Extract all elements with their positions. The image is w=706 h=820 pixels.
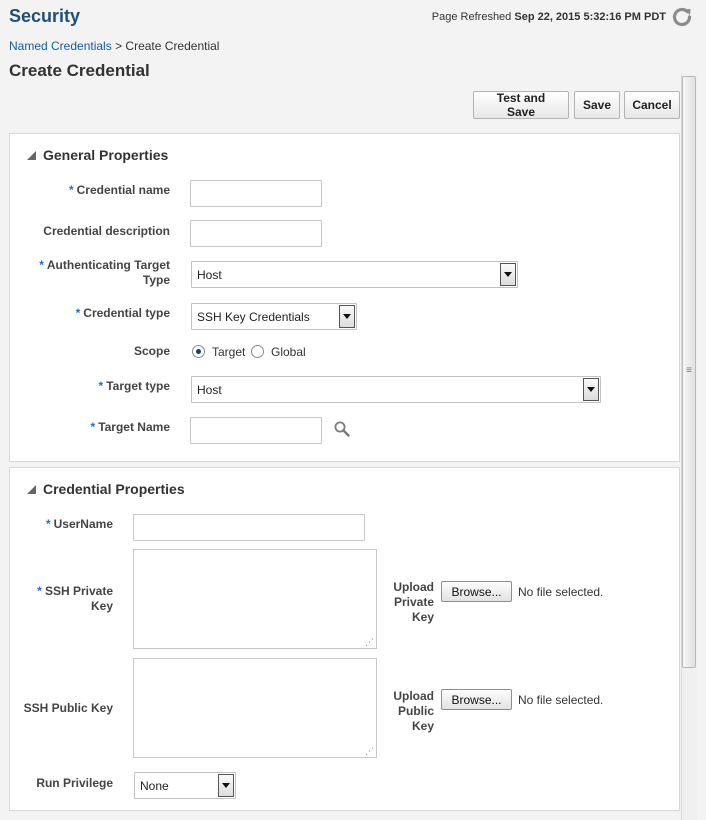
app-title: Security xyxy=(9,6,81,26)
scope-global-label[interactable]: Global xyxy=(271,345,306,359)
collapse-triangle-icon[interactable] xyxy=(27,484,36,494)
browse-private-key-button[interactable]: Browse... xyxy=(441,581,512,602)
credential-description-label: Credential description xyxy=(43,224,170,238)
resize-grip-icon[interactable]: ⋰ xyxy=(365,747,374,756)
public-key-file-status: No file selected. xyxy=(518,693,604,707)
scope-target-label[interactable]: Target xyxy=(212,345,245,359)
credential-properties-header[interactable]: Credential Properties xyxy=(27,481,185,497)
breadcrumb-named-credentials[interactable]: Named Credentials xyxy=(9,39,112,53)
target-name-input[interactable] xyxy=(190,417,322,444)
search-icon[interactable] xyxy=(333,420,351,438)
dropdown-arrow-icon[interactable] xyxy=(500,263,516,286)
general-properties-title: General Properties xyxy=(43,147,169,163)
cancel-button[interactable]: Cancel xyxy=(624,91,680,119)
upload-public-key-label: Upload Public Key xyxy=(393,689,434,733)
target-type-value: Host xyxy=(197,382,222,397)
collapse-triangle-icon[interactable] xyxy=(27,150,36,160)
credential-type-value: SSH Key Credentials xyxy=(197,309,310,324)
test-and-save-button[interactable]: Test and Save xyxy=(473,91,569,119)
ssh-public-key-label: SSH Public Key xyxy=(23,701,113,715)
target-type-label: * Target type xyxy=(98,379,170,393)
target-type-select[interactable]: Host xyxy=(191,376,601,403)
page-title: Create Credential xyxy=(9,61,150,80)
general-properties-header[interactable]: General Properties xyxy=(27,147,168,163)
credential-name-input[interactable] xyxy=(190,180,322,207)
authenticating-target-type-value: Host xyxy=(197,267,222,282)
breadcrumb-current: Create Credential xyxy=(125,39,220,53)
dropdown-arrow-icon[interactable] xyxy=(339,305,355,328)
credential-description-input[interactable] xyxy=(190,220,322,247)
credential-properties-title: Credential Properties xyxy=(43,481,185,497)
scrollbar-grip-icon: ≡ xyxy=(686,365,692,376)
scope-global-radio[interactable] xyxy=(251,345,264,358)
authenticating-target-type-select[interactable]: Host xyxy=(191,261,518,288)
run-privilege-value: None xyxy=(140,778,169,793)
upload-private-key-label: Upload Private Key xyxy=(393,580,434,624)
refresh-prefix: Page Refreshed xyxy=(431,11,512,23)
username-label: * UserName xyxy=(45,517,113,531)
private-key-file-status: No file selected. xyxy=(518,585,604,599)
dropdown-arrow-icon[interactable] xyxy=(218,774,234,797)
save-button[interactable]: Save xyxy=(574,91,620,119)
ssh-public-key-textarea[interactable]: ⋰ xyxy=(133,658,377,758)
ssh-private-key-textarea[interactable]: ⋰ xyxy=(133,549,377,649)
username-input[interactable] xyxy=(133,514,365,541)
browse-public-key-button[interactable]: Browse... xyxy=(441,689,512,710)
page-refreshed-status: Page Refreshed Sep 22, 2015 5:32:16 PM P… xyxy=(432,11,666,23)
run-privilege-label: Run Privilege xyxy=(36,776,113,790)
credential-name-label: * Credential name xyxy=(68,183,170,197)
ssh-private-key-label: * SSH Private Key xyxy=(37,584,113,613)
target-name-label: * Target Name xyxy=(90,420,170,434)
run-privilege-select[interactable]: None xyxy=(134,772,236,799)
credential-type-label: * Credential type xyxy=(75,306,170,320)
refresh-time: Sep 22, 2015 5:32:16 PM PDT xyxy=(514,11,666,23)
refresh-icon[interactable] xyxy=(670,5,694,29)
resize-grip-icon[interactable]: ⋰ xyxy=(365,638,374,647)
breadcrumb-separator: > xyxy=(115,39,123,53)
credential-type-select[interactable]: SSH Key Credentials xyxy=(191,303,357,330)
scope-label: Scope xyxy=(133,344,170,358)
breadcrumb: Named Credentials > Create Credential xyxy=(9,39,219,53)
scope-target-radio[interactable] xyxy=(192,345,205,358)
dropdown-arrow-icon[interactable] xyxy=(583,378,599,401)
authenticating-target-type-label: * Authenticating Target Type xyxy=(39,258,170,287)
